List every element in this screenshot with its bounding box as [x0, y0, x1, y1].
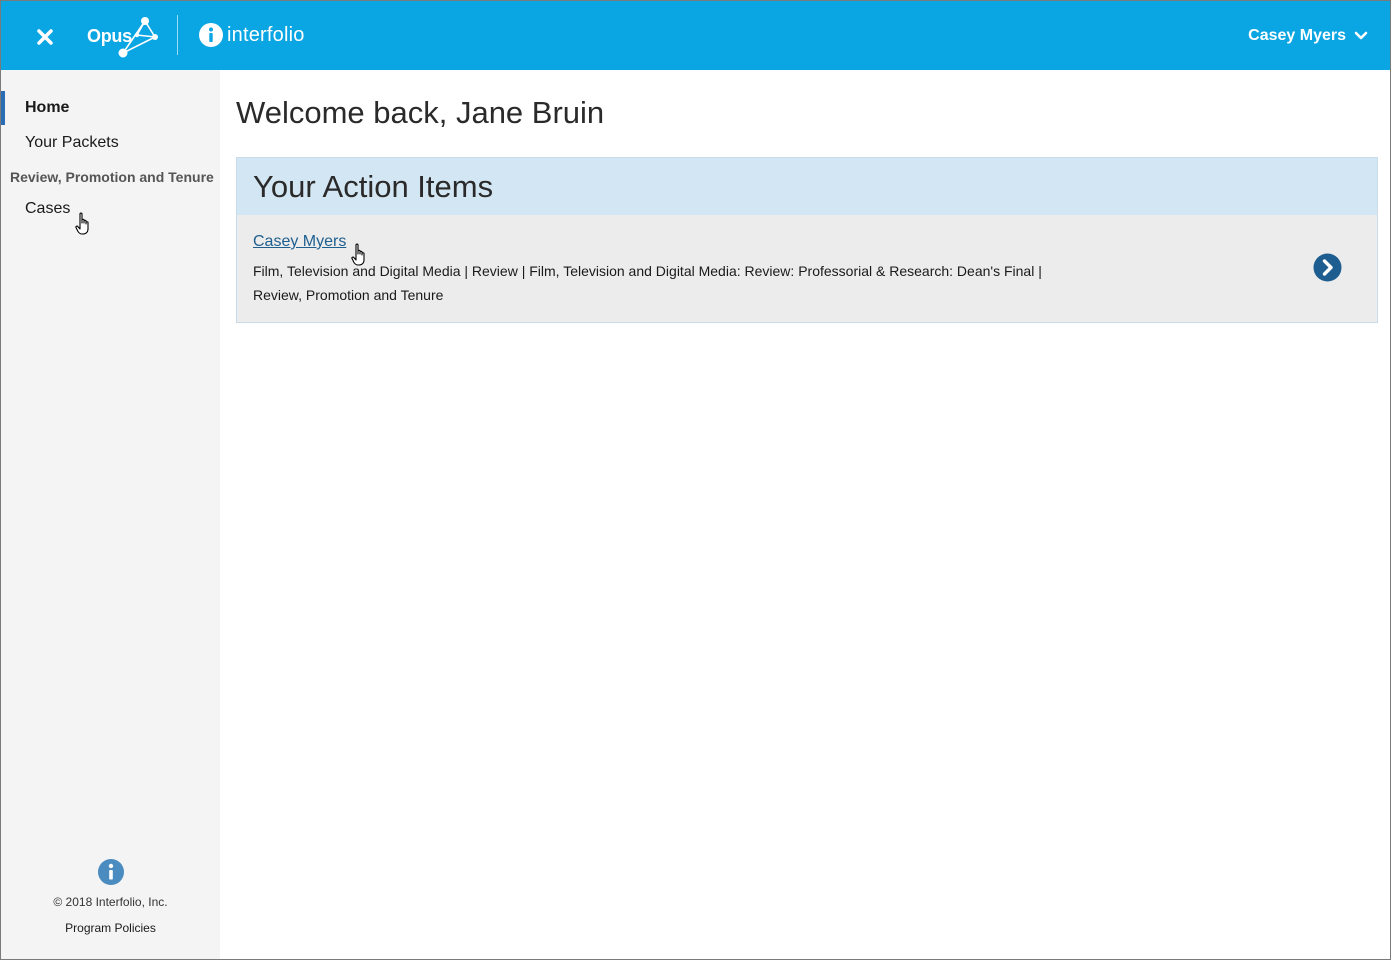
top-navigation-bar: Opus interfolio Casey Myers	[1, 1, 1390, 70]
action-item-name-link[interactable]: Casey Myers	[253, 233, 346, 250]
user-name: Casey Myers	[1248, 27, 1346, 44]
user-menu-dropdown[interactable]: Casey Myers	[1248, 23, 1368, 49]
sidebar-item-cases[interactable]: Cases	[1, 192, 220, 226]
close-button[interactable]	[31, 23, 59, 51]
sidebar-item-your-packets[interactable]: Your Packets	[1, 126, 220, 160]
interfolio-logo-text: interfolio	[227, 23, 305, 46]
sidebar-footer: © 2018 Interfolio, Inc. Program Policies	[1, 839, 220, 959]
info-icon	[98, 859, 124, 885]
chevron-right-circle-icon[interactable]	[1313, 253, 1342, 282]
list-item: Casey Myers Film, Television and Digital…	[237, 215, 1377, 322]
sidebar-item-label: Your Packets	[25, 134, 119, 151]
sidebar-section-title: Review, Promotion and Tenure	[10, 169, 214, 185]
action-item-description: Film, Television and Digital Media | Rev…	[253, 263, 1042, 303]
opus-logo[interactable]: Opus	[87, 13, 159, 59]
logo-divider	[177, 15, 178, 55]
action-items-panel: Your Action Items Casey Myers Film, Tele…	[236, 157, 1378, 323]
sidebar-item-label: Home	[25, 99, 70, 116]
program-policies-link[interactable]: Program Policies	[1, 921, 220, 935]
page-title: Welcome back, Jane Bruin	[236, 95, 605, 130]
opus-constellation-icon	[118, 17, 158, 58]
sidebar-item-home[interactable]: Home	[1, 91, 220, 125]
info-icon	[199, 23, 223, 47]
interfolio-logo[interactable]: interfolio	[199, 21, 305, 49]
close-icon	[37, 29, 53, 45]
sidebar: Home Your Packets Review, Promotion and …	[1, 70, 220, 959]
copyright-text: © 2018 Interfolio, Inc.	[53, 895, 168, 909]
action-items-title: Your Action Items	[237, 158, 1377, 215]
chevron-down-icon	[1354, 31, 1368, 40]
sidebar-item-label: Cases	[25, 200, 71, 217]
